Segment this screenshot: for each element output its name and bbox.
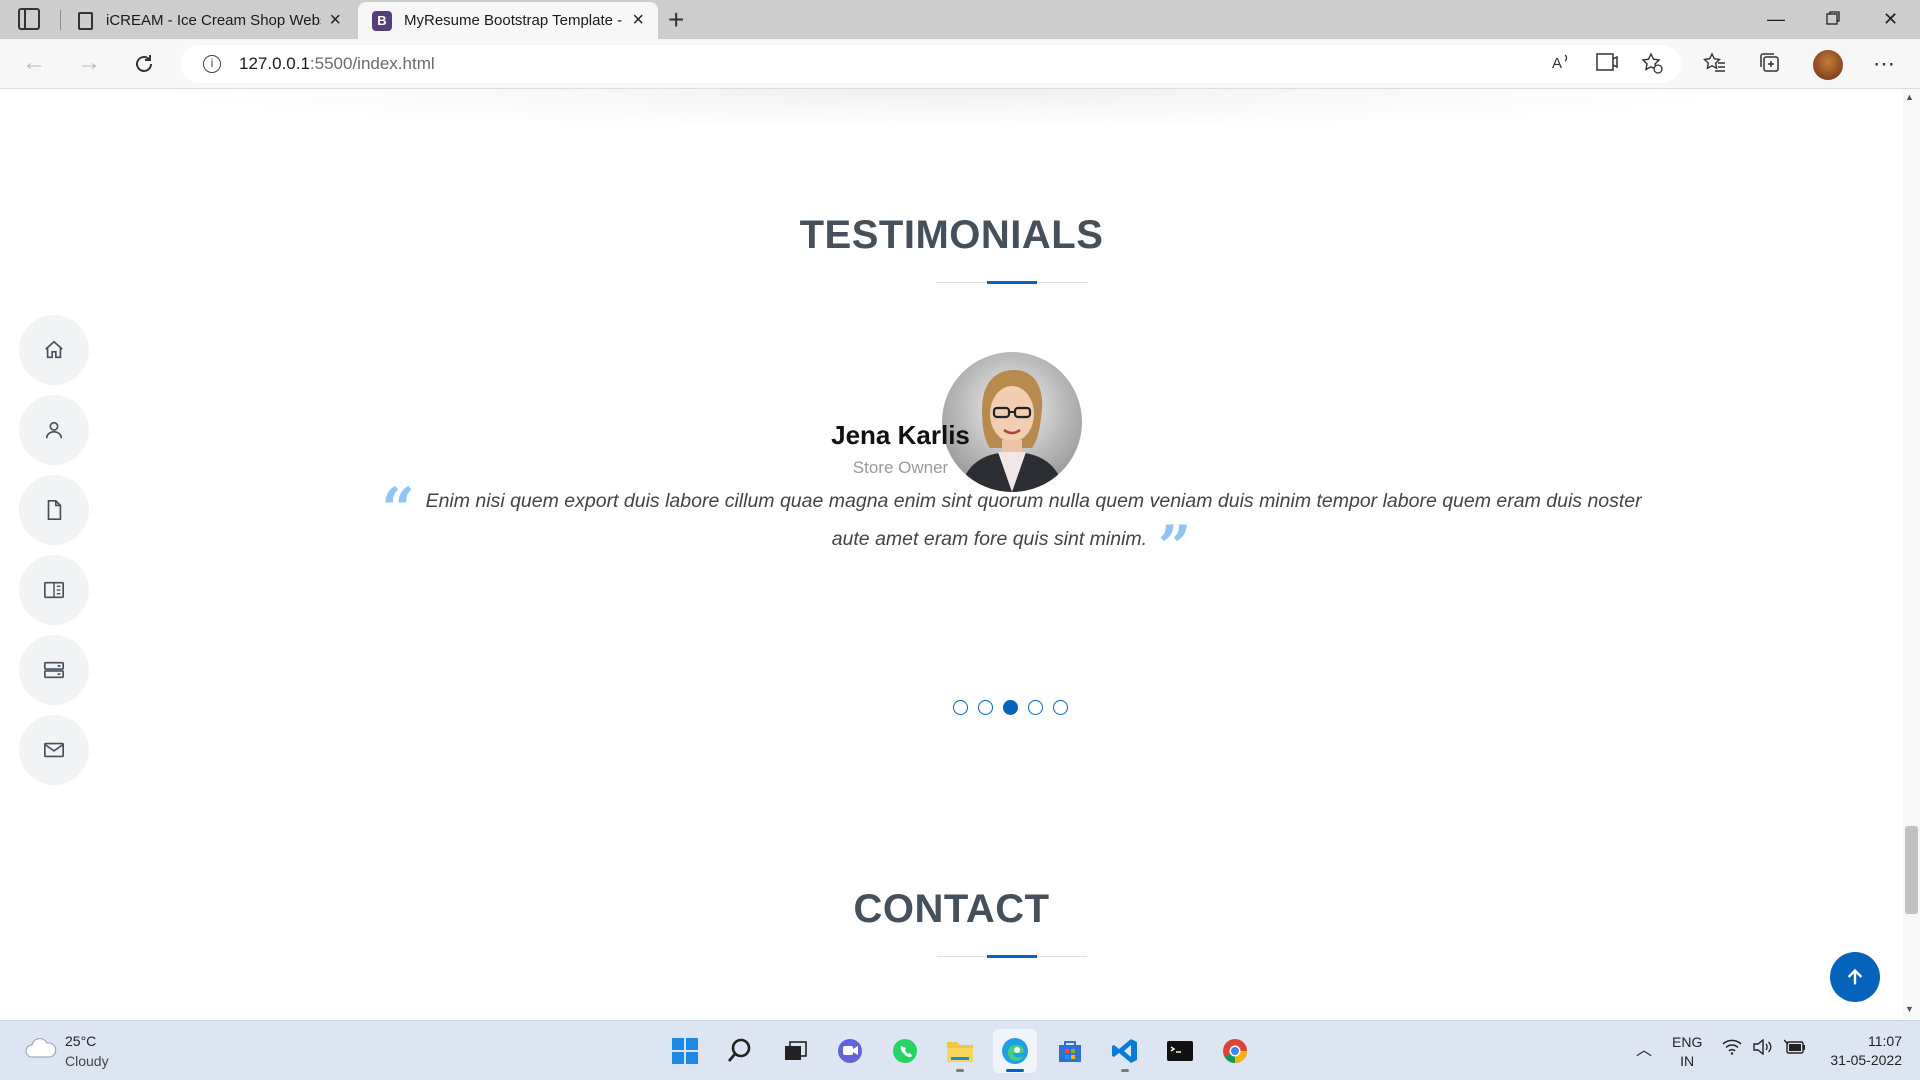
file-icon xyxy=(47,500,62,520)
chat-icon[interactable] xyxy=(828,1029,872,1073)
browser-tab-bar: iCREAM - Ice Cream Shop Websi × B MyResu… xyxy=(0,0,1920,39)
profile-avatar[interactable] xyxy=(1813,50,1843,80)
header-shadow xyxy=(140,89,1760,131)
page-viewport: TESTIMONIALS Jena Karlis Store Owner “ E… xyxy=(0,89,1903,1019)
weather-description[interactable]: Cloudy xyxy=(65,1053,109,1069)
terminal-icon[interactable] xyxy=(1158,1029,1202,1073)
quote-left-icon: “ xyxy=(381,475,415,543)
url-host: 127.0.0.1 xyxy=(239,54,310,73)
minimize-button[interactable]: — xyxy=(1767,4,1785,34)
scroll-down-arrow-icon[interactable]: ▼ xyxy=(1905,1004,1914,1014)
tab-separator xyxy=(60,10,61,30)
settings-menu-icon[interactable]: ⋯ xyxy=(1873,51,1895,77)
whatsapp-icon[interactable] xyxy=(883,1029,927,1073)
close-window-button[interactable]: ✕ xyxy=(1883,4,1898,34)
windows-start-icon[interactable] xyxy=(663,1029,707,1073)
carousel-dot-2[interactable] xyxy=(978,700,993,715)
nav-home[interactable] xyxy=(19,315,89,385)
volume-icon[interactable] xyxy=(1752,1038,1772,1060)
clock-date: 31-05-2022 xyxy=(1830,1052,1902,1068)
title-underline xyxy=(937,955,1087,958)
carousel-pagination xyxy=(953,700,1068,715)
task-view-icon[interactable] xyxy=(773,1029,817,1073)
favorites-icon[interactable] xyxy=(1702,51,1727,82)
add-favorite-icon[interactable] xyxy=(1640,51,1664,82)
close-icon[interactable]: × xyxy=(632,9,644,32)
tab-myresume[interactable]: B MyResume Bootstrap Template - × xyxy=(358,2,658,39)
arrow-up-icon xyxy=(1847,968,1863,985)
testimonial-role: Store Owner xyxy=(852,458,949,477)
tab-actions-icon[interactable] xyxy=(18,8,40,30)
carousel-dot-4[interactable] xyxy=(1028,700,1043,715)
nav-contact[interactable] xyxy=(19,715,89,785)
testimonial-quote: “ Enim nisi quem export duis labore cill… xyxy=(360,480,1663,576)
file-explorer-icon[interactable] xyxy=(938,1029,982,1073)
scrollbar-thumb[interactable] xyxy=(1905,826,1918,914)
language-region: IN xyxy=(1680,1053,1695,1069)
title-underline xyxy=(937,281,1087,284)
back-button[interactable]: ← xyxy=(22,49,46,77)
battery-icon[interactable] xyxy=(1783,1039,1806,1060)
bootstrap-icon: B xyxy=(372,10,392,31)
immersive-reader-icon[interactable] xyxy=(1595,51,1619,80)
edge-browser-icon[interactable] xyxy=(993,1029,1037,1073)
tab-title: MyResume Bootstrap Template - xyxy=(404,12,623,29)
nav-portfolio[interactable] xyxy=(19,555,89,625)
info-icon[interactable]: i xyxy=(203,55,221,73)
language-code: ENG xyxy=(1672,1034,1703,1050)
collections-icon[interactable] xyxy=(1758,51,1782,82)
search-icon[interactable] xyxy=(718,1029,762,1073)
show-hidden-icons-icon[interactable]: ︿ xyxy=(1636,1041,1652,1060)
close-icon[interactable]: × xyxy=(329,9,341,32)
document-icon xyxy=(76,11,94,31)
clock[interactable]: 11:07 31-05-2022 xyxy=(1822,1032,1902,1070)
carousel-dot-3[interactable] xyxy=(1003,700,1018,715)
url-field[interactable]: i 127.0.0.1:5500/index.html xyxy=(181,45,1681,83)
tab-title: iCREAM - Ice Cream Shop Websi xyxy=(106,12,322,29)
url-path: :5500/index.html xyxy=(309,54,435,73)
nav-services[interactable] xyxy=(19,635,89,705)
microsoft-store-icon[interactable] xyxy=(1048,1029,1092,1073)
contact-title: CONTACT xyxy=(853,887,1050,931)
testimonial-quote-text: Enim nisi quem export duis labore cillum… xyxy=(425,490,1642,550)
wifi-icon[interactable] xyxy=(1722,1039,1742,1060)
restore-button[interactable] xyxy=(1826,4,1840,34)
nav-resume[interactable] xyxy=(19,475,89,545)
server-icon xyxy=(44,661,64,679)
vscode-icon[interactable] xyxy=(1103,1029,1147,1073)
carousel-dot-5[interactable] xyxy=(1053,700,1068,715)
clock-time: 11:07 xyxy=(1868,1033,1902,1049)
testimonial-name: Jena Karlis xyxy=(831,420,970,450)
cloud-icon[interactable] xyxy=(24,1037,58,1059)
back-to-top-button[interactable] xyxy=(1830,952,1880,1002)
chrome-icon[interactable] xyxy=(1213,1029,1257,1073)
scroll-up-arrow-icon[interactable]: ▲ xyxy=(1905,92,1914,102)
language-indicator[interactable]: ENG IN xyxy=(1672,1033,1702,1071)
new-tab-button[interactable]: + xyxy=(668,4,684,36)
envelope-icon xyxy=(44,742,64,758)
tab-icream[interactable]: iCREAM - Ice Cream Shop Websi × xyxy=(62,2,355,39)
svg-text:A: A xyxy=(1552,55,1562,72)
read-aloud-icon[interactable]: A xyxy=(1550,51,1572,80)
quote-right-icon: ” xyxy=(1157,513,1192,581)
testimonials-title: TESTIMONIALS xyxy=(799,213,1104,257)
side-navigation xyxy=(19,315,89,795)
refresh-button[interactable] xyxy=(132,49,156,83)
address-bar: ← → i 127.0.0.1:5500/index.html A ⋯ xyxy=(0,39,1920,89)
weather-temperature[interactable]: 25°C xyxy=(65,1033,96,1049)
home-icon xyxy=(45,340,63,359)
forward-button[interactable]: → xyxy=(77,49,101,77)
carousel-dot-1[interactable] xyxy=(953,700,968,715)
taskbar: 25°C Cloudy ︿ ENG IN 11:07 31-05-2022 xyxy=(0,1020,1920,1080)
book-icon xyxy=(44,581,64,599)
